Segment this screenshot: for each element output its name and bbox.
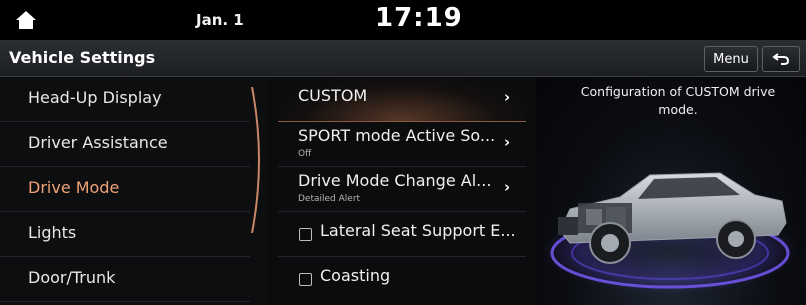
back-button[interactable] bbox=[762, 46, 800, 72]
list-item-label: Drive Mode Change Al... bbox=[298, 171, 492, 190]
sidebar-item-label: Head-Up Display bbox=[28, 88, 162, 107]
checkbox[interactable] bbox=[299, 228, 312, 241]
home-icon bbox=[16, 11, 36, 29]
list-item-label: SPORT mode Active So... bbox=[298, 126, 496, 145]
sidebar-scroll-indicator[interactable] bbox=[250, 85, 268, 235]
settings-list: CUSTOM › SPORT mode Active So... Off › D… bbox=[268, 77, 536, 305]
info-description: Configuration of CUSTOM drive mode. bbox=[580, 84, 776, 117]
list-item-value: Detailed Alert bbox=[298, 194, 361, 204]
list-item-sport-mode-active-sound[interactable]: SPORT mode Active So... Off › bbox=[278, 122, 526, 167]
sidebar-item-lights[interactable]: Lights bbox=[0, 212, 250, 257]
menu-button[interactable]: Menu bbox=[704, 46, 758, 72]
title-bar: Vehicle Settings Menu bbox=[0, 40, 806, 77]
list-item-value: Off bbox=[298, 149, 312, 159]
checkbox[interactable] bbox=[299, 273, 312, 286]
page-title: Vehicle Settings bbox=[9, 48, 156, 67]
list-item-coasting[interactable]: Coasting bbox=[278, 257, 526, 302]
list-item-label: Coasting bbox=[320, 266, 391, 285]
sidebar-item-drive-mode[interactable]: Drive Mode bbox=[0, 167, 250, 212]
chevron-right-icon: › bbox=[504, 88, 511, 106]
status-bar: Jan. 1 17:19 bbox=[0, 0, 806, 40]
home-button[interactable] bbox=[12, 6, 40, 34]
list-item-label: Lateral Seat Support E... bbox=[320, 221, 516, 240]
list-item-label: CUSTOM bbox=[298, 86, 368, 105]
sidebar-item-door-trunk[interactable]: Door/Trunk bbox=[0, 257, 250, 302]
info-panel: Configuration of CUSTOM drive mode. bbox=[536, 77, 806, 305]
car-cutaway-illustration bbox=[542, 172, 798, 293]
clock-display: 17:19 bbox=[375, 3, 463, 33]
sidebar-item-label: Door/Trunk bbox=[28, 268, 116, 287]
list-item-custom[interactable]: CUSTOM › bbox=[278, 77, 526, 122]
sidebar-item-head-up-display[interactable]: Head-Up Display bbox=[0, 77, 250, 122]
chevron-right-icon: › bbox=[504, 178, 511, 196]
sidebar-item-driver-assistance[interactable]: Driver Assistance bbox=[0, 122, 250, 167]
sidebar-item-label: Lights bbox=[28, 223, 77, 242]
list-item-drive-mode-change-alert[interactable]: Drive Mode Change Al... Detailed Alert › bbox=[278, 167, 526, 212]
sidebar: Head-Up Display Driver Assistance Drive … bbox=[0, 77, 268, 305]
list-item-lateral-seat-support[interactable]: Lateral Seat Support E... bbox=[278, 212, 526, 257]
chevron-right-icon: › bbox=[504, 133, 511, 151]
sidebar-item-label: Driver Assistance bbox=[28, 133, 168, 152]
sidebar-item-label: Drive Mode bbox=[28, 178, 120, 197]
date-display: Jan. 1 bbox=[196, 11, 244, 29]
back-arrow-icon bbox=[772, 53, 790, 65]
